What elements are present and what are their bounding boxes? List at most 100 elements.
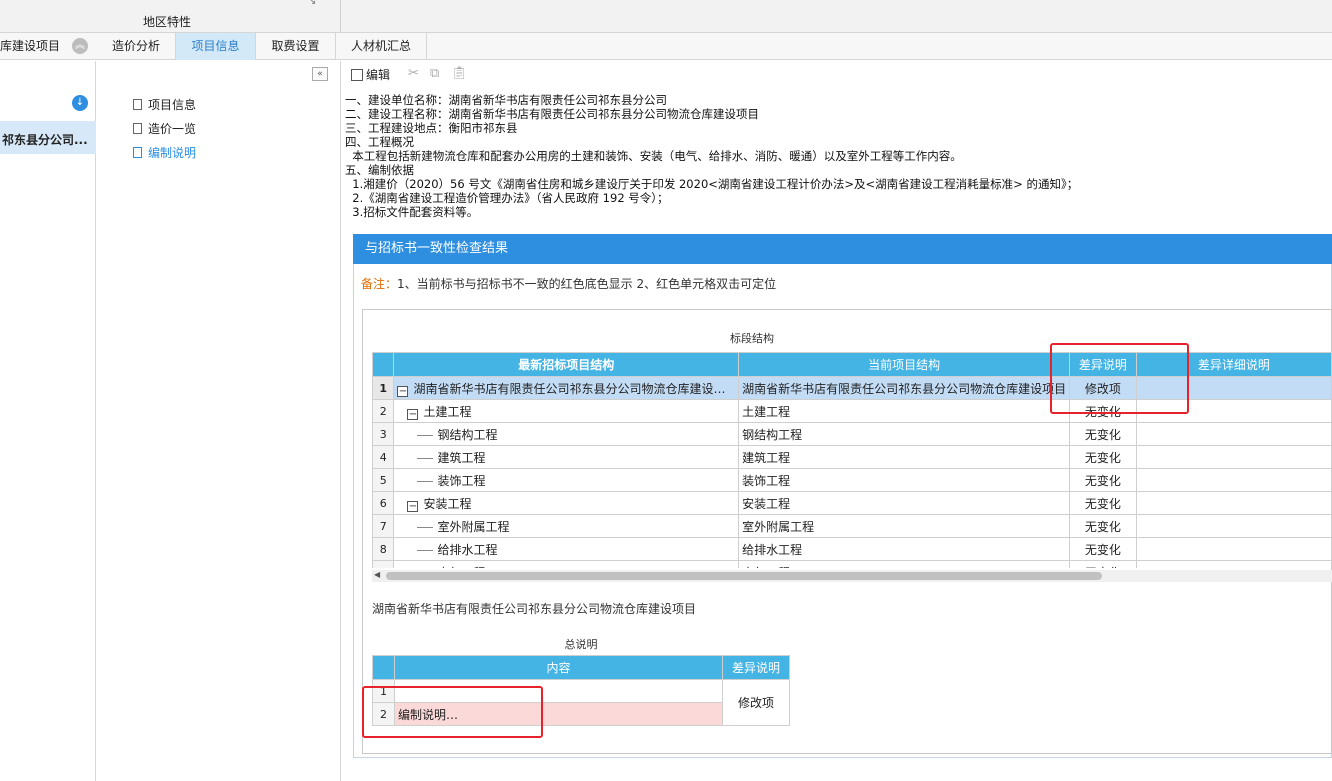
table-row[interactable]: 6− 安装工程 安装工程 无变化 <box>372 491 1332 515</box>
row-number: 5 <box>372 468 395 492</box>
scroll-left-icon[interactable]: ◀ <box>374 570 380 579</box>
collapse-node-icon[interactable]: − <box>397 385 409 397</box>
diff-detail-cell[interactable] <box>1135 422 1332 446</box>
document-line: 二、建设工程名称：湖南省新华书店有限责任公司祁东县分公司物流仓库建设项目 <box>345 107 759 121</box>
tab-fee-settings[interactable]: 取费设置 <box>256 33 336 60</box>
current-structure-cell[interactable]: 电气工程 <box>738 560 1071 568</box>
diff-cell[interactable]: 无变化 <box>1069 468 1137 492</box>
document-line: 五、编制依据 <box>345 163 414 177</box>
table-row[interactable]: 8 给排水工程 给排水工程 无变化 <box>372 537 1332 561</box>
annotation-box <box>362 686 543 738</box>
latest-structure-cell[interactable]: 钢结构工程 <box>393 422 740 446</box>
tab-labor-material-summary[interactable]: 人材机汇总 <box>336 33 427 60</box>
latest-structure-label: 安装工程 <box>423 496 472 511</box>
diff-cell[interactable]: 修改项 <box>722 679 790 726</box>
document-line: 2.《湖南省建设工程造价管理办法》（省人民政府 192 号令）； <box>345 191 669 205</box>
table1-title: 标段结构 <box>730 332 774 345</box>
document-icon <box>133 123 142 134</box>
latest-structure-cell[interactable]: 室外附属工程 <box>393 514 740 538</box>
collapse-node-icon[interactable]: − <box>407 500 419 512</box>
diff-detail-cell[interactable] <box>1135 491 1332 515</box>
scrollbar-thumb[interactable] <box>386 572 1102 580</box>
cut-icon[interactable]: ✂ <box>408 66 419 81</box>
latest-structure-label: 湖南省新华书店有限责任公司祁东县分公司物流仓库建设… <box>413 381 726 396</box>
diff-detail-cell[interactable] <box>1135 514 1332 538</box>
current-structure-cell[interactable]: 钢结构工程 <box>738 422 1071 446</box>
region-characteristics-label[interactable]: 地区特性 <box>143 13 191 30</box>
annotation-box <box>1050 343 1189 414</box>
editor-toolbar <box>342 61 1332 88</box>
table-row[interactable]: 3 钢结构工程 钢结构工程 无变化 <box>372 422 1332 446</box>
diff-detail-cell[interactable] <box>1135 560 1332 568</box>
tree-connector <box>417 480 434 482</box>
current-structure-cell[interactable]: 安装工程 <box>738 491 1071 515</box>
table-row[interactable]: 7 室外附属工程 室外附属工程 无变化 <box>372 514 1332 538</box>
diff-cell[interactable]: 无变化 <box>1069 537 1137 561</box>
table2-title: 总说明 <box>564 638 598 651</box>
latest-structure-cell[interactable]: 建筑工程 <box>393 445 740 469</box>
tree-connector <box>417 434 434 436</box>
column-header[interactable]: 差异说明 <box>722 655 790 680</box>
current-structure-cell[interactable]: 建筑工程 <box>738 445 1071 469</box>
column-header[interactable]: 当前项目结构 <box>738 352 1071 377</box>
edit-icon <box>351 69 363 81</box>
document-line: 本工程包括新建物流仓库和配套办公用房的土建和装饰、安装（电气、给排水、消防、暖通… <box>345 149 962 163</box>
latest-structure-label: 土建工程 <box>423 404 472 419</box>
diff-cell[interactable]: 无变化 <box>1069 422 1137 446</box>
current-structure-cell[interactable]: 给排水工程 <box>738 537 1071 561</box>
row-number: 9 <box>372 560 395 568</box>
paste-icon[interactable]: 📋︎ <box>451 66 468 81</box>
collapse-node-icon[interactable]: − <box>407 408 419 420</box>
nav-item-cost-overview[interactable]: 造价一览 <box>133 120 196 137</box>
diff-cell[interactable]: 无变化 <box>1069 514 1137 538</box>
row-number: 2 <box>372 399 395 423</box>
diff-detail-cell[interactable] <box>1135 537 1332 561</box>
row-number: 3 <box>372 422 395 446</box>
table-row[interactable]: 4 建筑工程 建筑工程 无变化 <box>372 445 1332 469</box>
current-structure-cell[interactable]: 装饰工程 <box>738 468 1071 492</box>
diff-cell[interactable]: 无变化 <box>1069 445 1137 469</box>
diff-detail-cell[interactable] <box>1135 468 1332 492</box>
tab-project-info[interactable]: 项目信息 <box>176 33 256 60</box>
collapse-up-icon[interactable]: ︽ <box>72 38 88 54</box>
table-corner <box>372 352 395 377</box>
copy-icon[interactable]: ⧉ <box>430 66 439 81</box>
column-header[interactable]: 内容 <box>394 655 723 680</box>
column-header[interactable]: 最新招标项目结构 <box>393 352 740 377</box>
diff-cell[interactable]: 无变化 <box>1069 491 1137 515</box>
table-corner <box>372 655 395 680</box>
collapse-left-icon[interactable]: « <box>312 67 328 81</box>
arrow-icon: ↘ <box>308 0 317 7</box>
document-line: 三、工程建设地点：衡阳市祁东县 <box>345 121 518 135</box>
latest-structure-label: 装饰工程 <box>437 473 486 488</box>
nav-item-compilation-notes[interactable]: 编制说明 <box>133 144 196 161</box>
latest-structure-cell[interactable]: − 土建工程 <box>393 399 740 423</box>
dialog-title: 与招标书一致性检查结果 <box>353 234 1332 264</box>
dialog-note: 备注：1、当前标书与招标书不一致的红色底色显示 2、红色单元格双击可定位 <box>361 277 777 291</box>
table-row[interactable]: 9电气工程电气工程无变化 <box>372 560 1332 569</box>
project-tree-selected-label: 祁东县分公司... <box>2 133 88 147</box>
latest-structure-cell[interactable]: − 安装工程 <box>393 491 740 515</box>
latest-structure-label: 电气工程 <box>437 566 485 569</box>
document-line: 一、建设单位名称：湖南省新华书店有限责任公司祁东县分公司 <box>345 93 667 107</box>
divider <box>340 0 341 33</box>
latest-structure-cell[interactable]: − 湖南省新华书店有限责任公司祁东县分公司物流仓库建设… <box>393 376 740 400</box>
edit-button[interactable]: 编辑 <box>351 66 390 83</box>
nav-item-project-info[interactable]: 项目信息 <box>133 96 196 113</box>
current-structure-cell[interactable]: 室外附属工程 <box>738 514 1071 538</box>
row-number: 6 <box>372 491 395 515</box>
latest-structure-cell[interactable]: 电气工程 <box>393 560 740 569</box>
diff-detail-cell[interactable] <box>1135 445 1332 469</box>
row-number: 1 <box>372 376 395 400</box>
current-structure-cell[interactable]: 湖南省新华书店有限责任公司祁东县分公司物流仓库建设项目 <box>738 376 1071 400</box>
project-tree-panel <box>0 61 96 781</box>
current-structure-cell[interactable]: 土建工程 <box>738 399 1071 423</box>
latest-structure-cell[interactable]: 给排水工程 <box>393 537 740 561</box>
compilation-notes-text[interactable]: 一、建设单位名称：湖南省新华书店有限责任公司祁东县分公司 二、建设工程名称：湖南省… <box>345 93 1325 219</box>
tab-cost-analysis[interactable]: 造价分析 <box>97 33 176 60</box>
download-icon[interactable]: ↓ <box>72 95 88 111</box>
diff-cell[interactable]: 无变化 <box>1069 560 1137 568</box>
top-header-band <box>0 0 1332 33</box>
table-row[interactable]: 5 装饰工程 装饰工程 无变化 <box>372 468 1332 492</box>
latest-structure-cell[interactable]: 装饰工程 <box>393 468 740 492</box>
